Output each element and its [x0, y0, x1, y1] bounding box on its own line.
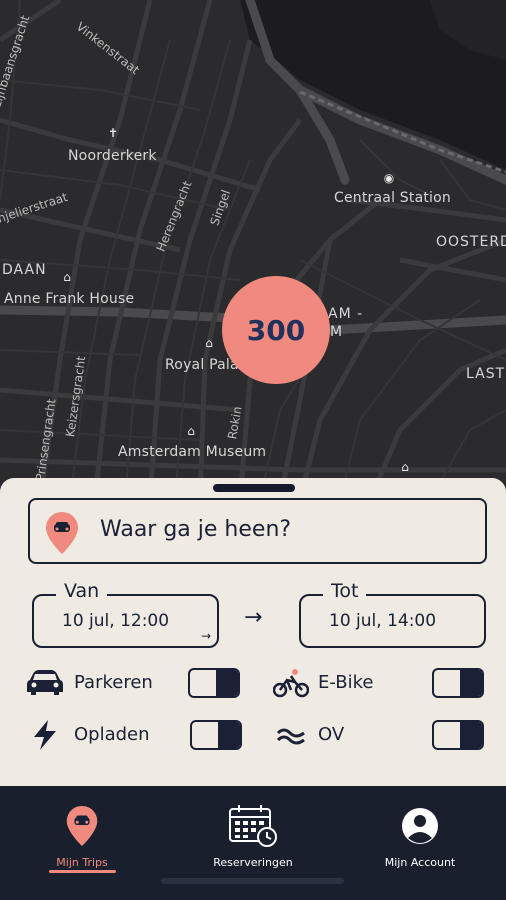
place-label: Anne Frank House: [4, 291, 135, 307]
option-label: E-Bike: [318, 672, 374, 693]
ov-toggle[interactable]: [432, 720, 484, 750]
place-label: OOSTERD: [436, 234, 506, 250]
option-ov: OV: [272, 718, 486, 752]
nav-reserveringen[interactable]: Reserveringen: [188, 804, 318, 869]
parkeren-toggle[interactable]: [188, 668, 240, 698]
place-label: AM -: [328, 306, 364, 322]
calendar-clock-icon: [188, 804, 318, 848]
map-cluster-marker[interactable]: 300: [222, 276, 330, 384]
museum-icon: ⌂: [205, 336, 213, 350]
destination-search[interactable]: Waar ga je heen?: [28, 498, 487, 564]
ebike-toggle[interactable]: [432, 668, 484, 698]
option-ebike: E-Bike: [272, 666, 486, 700]
lightning-icon: [26, 718, 64, 752]
location-pin-icon: [17, 804, 147, 848]
end-datetime-field[interactable]: Tot 10 jul, 14:00: [299, 580, 486, 648]
bottom-navigation: Mijn Trips Reserveringen Mijn Account: [0, 786, 506, 900]
end-value: 10 jul, 14:00: [329, 611, 437, 631]
sheet-drag-handle[interactable]: [213, 484, 295, 492]
camera-icon: ◉: [383, 171, 395, 185]
toggle-knob: [218, 722, 240, 748]
arrow-right-icon: →: [200, 629, 211, 643]
museum-icon: ⌂: [187, 424, 195, 438]
option-label: Opladen: [74, 724, 150, 745]
booking-sheet: Waar ga je heen? Van 10 jul, 12:00 → → T…: [0, 478, 506, 786]
place-label: M: [330, 324, 344, 340]
end-label: Tot: [323, 580, 367, 602]
place-label: Noorderkerk: [68, 148, 157, 164]
active-tab-indicator: [49, 870, 116, 873]
search-placeholder: Waar ga je heen?: [100, 517, 292, 542]
place-label: Centraal Station: [334, 190, 451, 206]
museum-icon: ⌂: [63, 270, 71, 284]
option-opladen: Opladen: [26, 718, 246, 752]
home-indicator[interactable]: [161, 878, 344, 884]
transit-icon: [272, 718, 310, 752]
map-view[interactable]: Vinkenstraat Lijnbaansgracht njelierstra…: [0, 0, 506, 500]
option-label: OV: [318, 724, 345, 745]
place-label: Royal Pala: [165, 357, 239, 373]
bicycle-icon: [272, 666, 310, 700]
nav-label: Reserveringen: [213, 856, 293, 869]
start-value: 10 jul, 12:00: [62, 611, 170, 631]
museum-icon: ⌂: [401, 460, 409, 474]
toggle-knob: [216, 670, 238, 696]
user-icon: [355, 804, 485, 848]
location-pin-icon: [46, 512, 78, 558]
opladen-toggle[interactable]: [190, 720, 242, 750]
nav-label: Mijn Trips: [56, 856, 108, 869]
start-datetime-field[interactable]: Van 10 jul, 12:00 →: [32, 580, 219, 648]
toggle-knob: [460, 722, 482, 748]
toggle-knob: [460, 670, 482, 696]
place-label: Amsterdam Museum: [118, 444, 267, 460]
place-label: DAAN: [2, 262, 47, 278]
church-icon: ✝: [107, 126, 119, 140]
start-label: Van: [56, 580, 108, 602]
nav-mijn-account[interactable]: Mijn Account: [355, 804, 485, 869]
cluster-count: 300: [246, 313, 306, 347]
nav-label: Mijn Account: [384, 856, 456, 869]
arrow-right-icon: →: [244, 605, 263, 630]
option-label: Parkeren: [74, 672, 153, 693]
car-icon: [26, 666, 64, 700]
option-parkeren: Parkeren: [26, 666, 246, 700]
place-label: LAST: [466, 366, 506, 382]
nav-mijn-trips[interactable]: Mijn Trips: [17, 804, 147, 869]
